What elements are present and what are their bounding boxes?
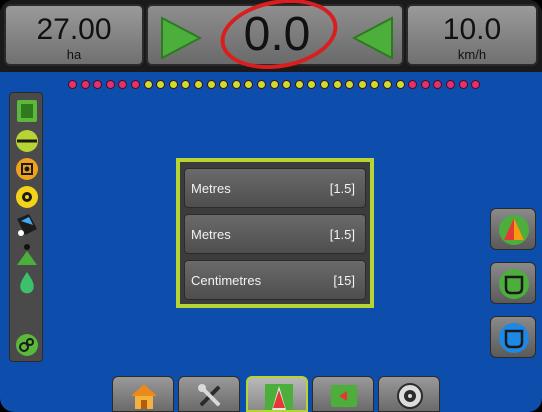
cross-track-panel[interactable]: 0.0: [146, 0, 404, 78]
unit-row[interactable]: Centimetres [15]: [184, 260, 366, 300]
unit-row[interactable]: Metres [1.5]: [184, 168, 366, 208]
area-readout[interactable]: 27.00 ha: [4, 4, 144, 66]
mapping-tab[interactable]: [312, 376, 374, 412]
units-panel: Metres [1.5] Metres [1.5] Centimetres [1…: [176, 158, 374, 308]
boom-section-icon[interactable]: [13, 97, 41, 125]
speed-value: 10.0: [442, 13, 502, 46]
perspective-view-button[interactable]: [490, 208, 536, 250]
boundary-button[interactable]: [490, 262, 536, 304]
lightbar-led: [206, 80, 216, 89]
lightbar-led: [357, 80, 367, 89]
lightbar-led: [244, 80, 254, 89]
lightbar-led: [269, 80, 279, 89]
lightbar-led: [458, 80, 468, 89]
polygon-icon: [499, 323, 529, 353]
lightbar-led: [307, 80, 317, 89]
lightbar-led: [118, 80, 128, 89]
guidance-line-icon[interactable]: [13, 127, 41, 155]
speed-unit: km/h: [457, 47, 487, 62]
bottom-tab-bar: [0, 374, 542, 412]
guidance-screen: 27.00 ha 0.0 10.0 km/h Metres [1.5] Metr…: [0, 0, 542, 412]
lightbar-led: [219, 80, 229, 89]
led-lightbar: [68, 80, 488, 90]
unit-row-value: [15]: [333, 273, 355, 288]
map-icon: [331, 385, 357, 407]
lightbar-led: [156, 80, 166, 89]
lightbar-led: [320, 80, 329, 89]
lightbar-led: [332, 80, 342, 89]
lightbar-led: [408, 80, 418, 89]
lightbar-led: [294, 80, 304, 89]
lightbar-led: [80, 80, 90, 89]
liquid-drop-icon[interactable]: [13, 269, 41, 297]
guidance-tab[interactable]: [246, 376, 308, 412]
tools-tab[interactable]: [378, 376, 440, 412]
unit-row[interactable]: Metres [1.5]: [184, 214, 366, 254]
unit-row-label: Metres: [191, 181, 231, 196]
top-status-bar: 27.00 ha 0.0 10.0 km/h: [0, 0, 542, 78]
alarm-icon[interactable]: [13, 183, 41, 211]
lightbar-led: [68, 80, 77, 89]
unit-row-label: Metres: [191, 227, 231, 242]
setup-tab[interactable]: [178, 376, 240, 412]
lightbar-led: [383, 80, 392, 89]
area-unit: ha: [66, 47, 82, 62]
steer-left-arrow-icon: [351, 16, 393, 60]
lightbar-led: [168, 80, 178, 89]
rate-control-icon[interactable]: [13, 331, 41, 359]
steer-right-arrow-icon: [161, 16, 203, 60]
unit-row-value: [1.5]: [329, 227, 355, 242]
lightbar-led: [345, 80, 355, 89]
lightbar-led: [231, 80, 241, 89]
marker-icon[interactable]: [13, 241, 41, 269]
lightbar-led: [446, 80, 455, 89]
area-value: 27.00: [36, 13, 112, 46]
home-tab[interactable]: [112, 376, 174, 412]
lightbar-led: [143, 80, 153, 89]
unit-row-value: [1.5]: [329, 181, 355, 196]
perspective-view-icon: [499, 215, 529, 245]
lightbar-led: [282, 80, 292, 89]
guidance-view-icon: [265, 384, 293, 410]
polygon-button[interactable]: [490, 316, 536, 358]
lightbar-led: [105, 80, 115, 89]
lightbar-led: [194, 80, 203, 89]
lightbar-led: [395, 80, 405, 89]
unit-row-label: Centimetres: [191, 273, 262, 288]
lightbar-led: [433, 80, 443, 89]
speed-readout[interactable]: 10.0 km/h: [406, 4, 538, 66]
lightbar-led: [257, 80, 266, 89]
home-icon: [131, 384, 157, 409]
lightbar-led: [93, 80, 103, 89]
boundary-icon: [499, 269, 529, 299]
lightbar-led: [181, 80, 191, 89]
left-tool-strip: [9, 92, 43, 362]
lightbar-led: [131, 80, 140, 89]
camera-icon[interactable]: [13, 155, 41, 183]
wrench-screwdriver-icon: [198, 384, 221, 407]
vehicle-icon[interactable]: [13, 211, 41, 239]
gauge-icon: [397, 383, 423, 409]
lightbar-led: [370, 80, 380, 89]
lightbar-led: [420, 80, 430, 89]
lightbar-led: [471, 80, 481, 89]
